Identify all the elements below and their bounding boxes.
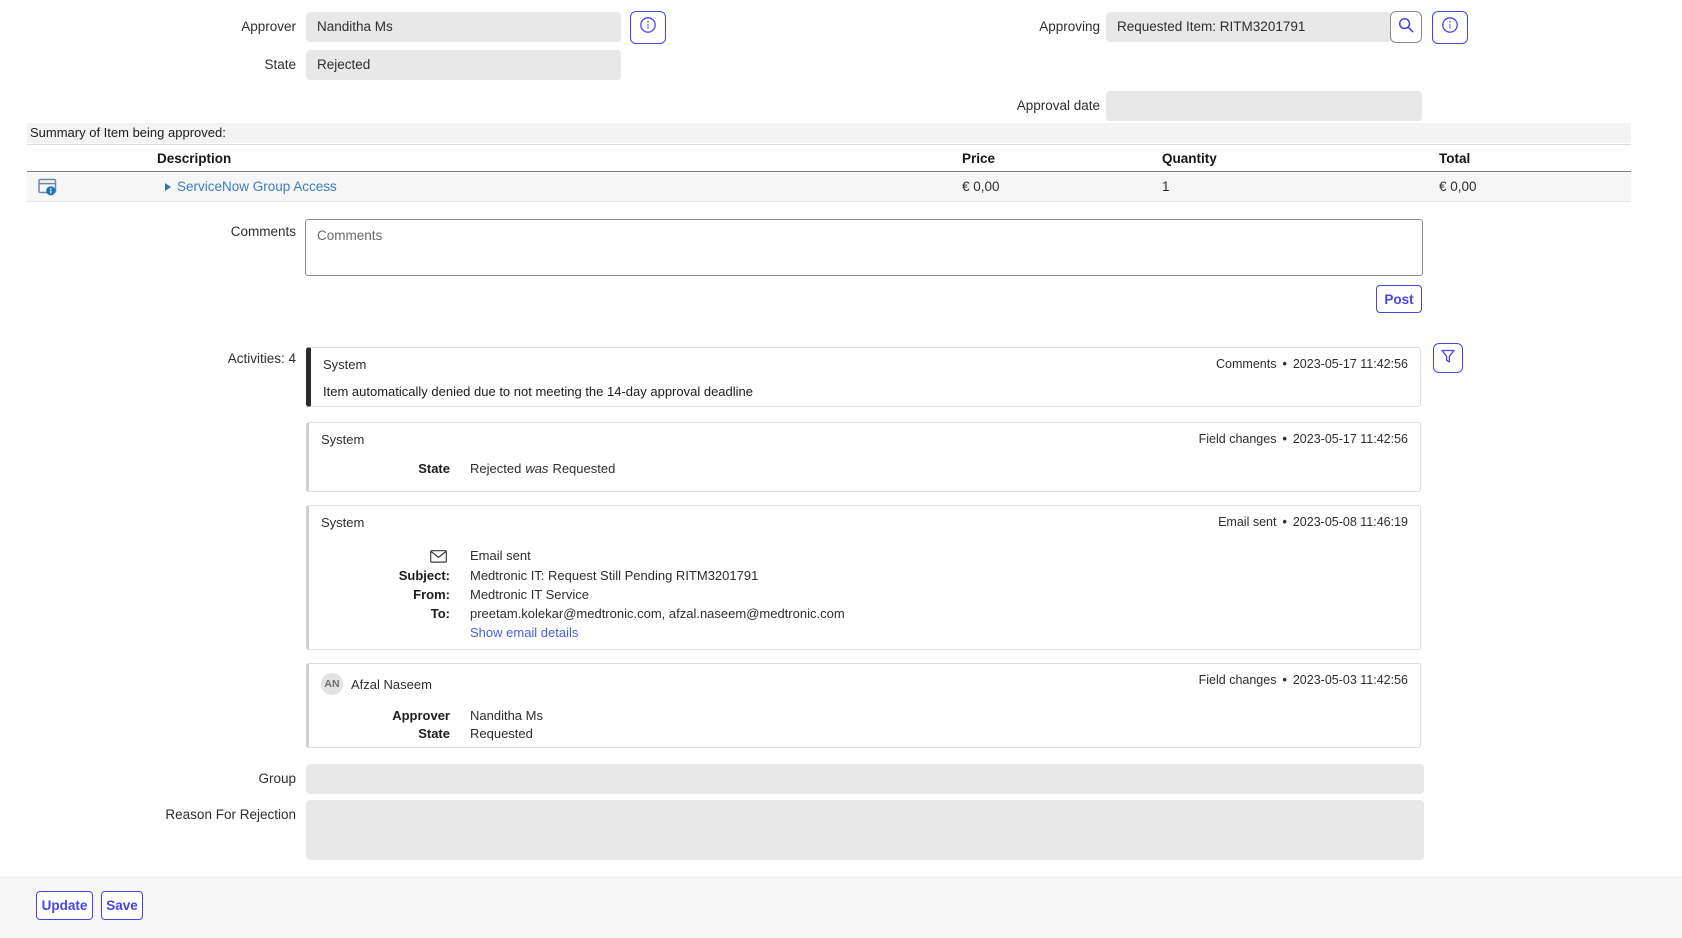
activity-author: System xyxy=(321,432,364,447)
approving-field[interactable]: Requested Item: RITM3201791 xyxy=(1106,12,1392,42)
email-to-label: To: xyxy=(309,606,450,621)
item-description-link[interactable]: ServiceNow Group Access xyxy=(177,173,337,201)
new-value: Rejected xyxy=(470,461,521,476)
activity-entry-field-changes: System Field changes • 2023-05-17 11:42:56… xyxy=(306,422,1421,492)
filter-icon xyxy=(1439,347,1457,370)
update-button[interactable]: Update xyxy=(36,891,93,920)
activity-meta: Email sent • 2023-05-08 11:46:19 xyxy=(1218,515,1408,529)
catalog-item-icon[interactable] xyxy=(38,178,58,202)
approval-date-field[interactable] xyxy=(1106,91,1422,121)
activities-label: Activities: 4 xyxy=(100,344,296,374)
activity-author: System xyxy=(321,515,364,530)
post-button[interactable]: Post xyxy=(1376,285,1422,313)
approving-label: Approving xyxy=(900,12,1100,42)
search-icon xyxy=(1397,16,1415,39)
activity-timestamp: 2023-05-17 11:42:56 xyxy=(1293,432,1408,446)
field-change-label: State xyxy=(309,461,450,476)
footer-bar: Update Save xyxy=(0,877,1682,938)
approver-label: Approver xyxy=(100,12,296,42)
show-email-details-link[interactable]: Show email details xyxy=(470,625,578,640)
comments-input[interactable] xyxy=(305,219,1423,276)
reason-for-rejection-label: Reason For Rejection xyxy=(100,800,296,830)
state-field[interactable]: Rejected xyxy=(306,50,621,80)
was-word: was xyxy=(525,461,548,476)
bullet-separator: • xyxy=(1282,357,1286,371)
group-field[interactable] xyxy=(306,764,1424,794)
table-row: ServiceNow Group Access € 0,00 1 € 0,00 xyxy=(27,173,1631,202)
summary-title: Summary of Item being approved: xyxy=(27,123,1631,143)
avatar: AN xyxy=(321,673,343,695)
column-header-total: Total xyxy=(1439,145,1470,172)
column-header-quantity: Quantity xyxy=(1162,145,1217,172)
activity-timestamp: 2023-05-17 11:42:56 xyxy=(1293,357,1408,371)
email-title: Email sent xyxy=(470,548,531,563)
state-label: State xyxy=(100,50,296,80)
envelope-icon xyxy=(430,550,447,568)
activity-type: Field changes xyxy=(1199,432,1277,446)
bullet-separator: • xyxy=(1282,673,1286,687)
activity-meta: Field changes • 2023-05-17 11:42:56 xyxy=(1199,432,1408,446)
bullet-separator: • xyxy=(1282,432,1286,446)
row-quantity: 1 xyxy=(1162,173,1170,201)
summary-table-header: Description Price Quantity Total xyxy=(27,144,1631,172)
activity-author: Afzal Naseem xyxy=(351,677,432,692)
approving-lookup-button[interactable] xyxy=(1390,11,1422,43)
activity-author: System xyxy=(323,357,366,372)
field-change-value: Rejected was Requested xyxy=(470,461,615,476)
email-from-label: From: xyxy=(309,587,450,602)
row-price: € 0,00 xyxy=(962,173,1000,201)
column-header-description: Description xyxy=(157,145,231,172)
email-subject-label: Subject: xyxy=(309,568,450,583)
info-icon xyxy=(639,16,657,39)
comments-label: Comments xyxy=(100,217,296,247)
activity-type: Email sent xyxy=(1218,515,1276,529)
approval-date-label: Approval date xyxy=(900,91,1100,121)
group-label: Group xyxy=(100,764,296,794)
approving-info-button[interactable] xyxy=(1432,11,1468,44)
activity-entry-field-changes: AN Afzal Naseem Field changes • 2023-05-03… xyxy=(306,663,1421,748)
field-change-label: State xyxy=(309,726,450,741)
activity-type: Comments xyxy=(1216,357,1276,371)
bullet-separator: • xyxy=(1282,515,1286,529)
email-from-value: Medtronic IT Service xyxy=(470,587,589,602)
reason-for-rejection-field[interactable] xyxy=(306,800,1424,860)
row-total: € 0,00 xyxy=(1439,173,1477,201)
activity-meta: Field changes • 2023-05-03 11:42:56 xyxy=(1199,673,1408,687)
activity-type: Field changes xyxy=(1199,673,1277,687)
activity-meta: Comments • 2023-05-17 11:42:56 xyxy=(1216,357,1408,371)
email-subject-value: Medtronic IT: Request Still Pending RITM… xyxy=(470,568,758,583)
approver-field[interactable]: Nanditha Ms xyxy=(306,12,621,42)
email-to-value: preetam.kolekar@medtronic.com, afzal.nas… xyxy=(470,606,845,621)
activity-comment-text: Item automatically denied due to not mee… xyxy=(323,384,753,399)
activity-timestamp: 2023-05-03 11:42:56 xyxy=(1293,673,1408,687)
activity-entry-comment: System Comments • 2023-05-17 11:42:56 Item… xyxy=(306,347,1421,407)
field-change-label: Approver xyxy=(309,708,450,723)
save-button[interactable]: Save xyxy=(101,891,143,920)
activity-timestamp: 2023-05-08 11:46:19 xyxy=(1293,515,1408,529)
field-change-value: Requested xyxy=(470,726,533,741)
expand-row-icon[interactable] xyxy=(165,183,171,191)
approver-info-button[interactable] xyxy=(630,11,666,44)
column-header-price: Price xyxy=(962,145,995,172)
info-icon xyxy=(1441,16,1459,39)
activities-filter-button[interactable] xyxy=(1433,343,1463,373)
field-change-value: Nanditha Ms xyxy=(470,708,543,723)
activity-entry-email: System Email sent • 2023-05-08 11:46:19 Em… xyxy=(306,505,1421,650)
old-value: Requested xyxy=(552,461,615,476)
